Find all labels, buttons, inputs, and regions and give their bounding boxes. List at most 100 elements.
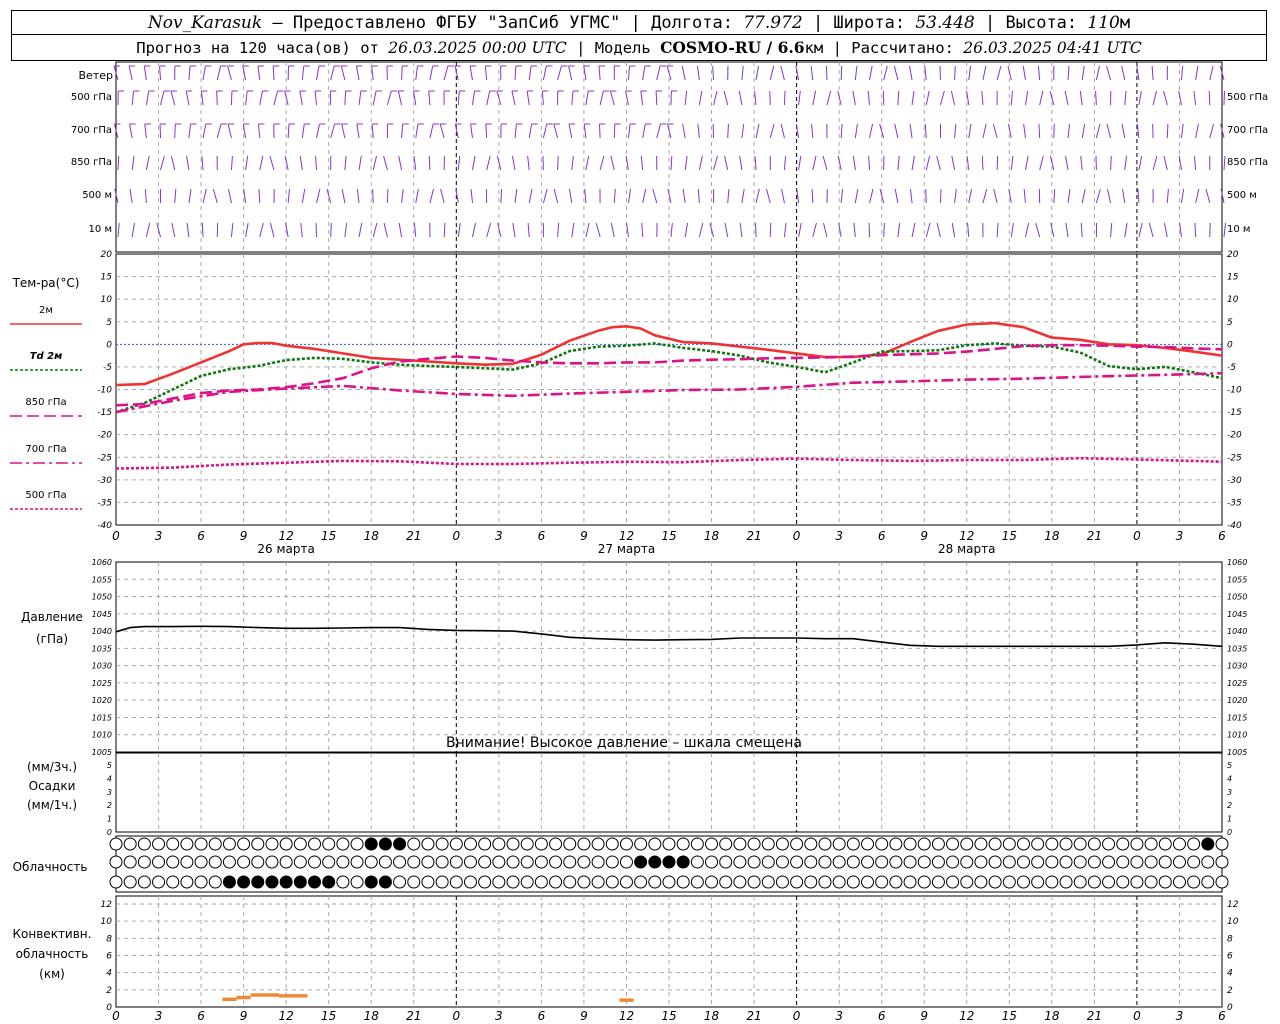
wind-barb [1024,155,1029,171]
wind-barb [129,123,133,139]
wind-barb [341,123,346,139]
cloud-circle [1102,875,1116,889]
cloud-circle [421,875,435,889]
wind-barb [1166,188,1169,204]
wind-barb [358,155,362,171]
wind-barb [610,155,615,171]
wind-barb [500,188,503,204]
wind-barb [541,90,544,106]
hour-tick-label: 18 [364,529,380,543]
cloud-circle [577,837,591,851]
cloud-circle [903,855,917,869]
wind-barb [1095,90,1097,106]
wind-barb [684,155,688,171]
wind-barb [1193,90,1197,106]
cloud-circle [1158,875,1172,889]
wind-barb [131,90,135,106]
wind-level-label-right: 500 м [1227,190,1257,201]
cloud-circle [988,855,1002,869]
wind-barb [1081,65,1085,81]
wind-barb [852,90,856,106]
wind-barb [1136,123,1140,139]
pressure-ytick-left: 1015 [92,713,112,722]
wind-barb [202,65,206,81]
hour-tick-label: 0 [1133,529,1141,543]
wind-barb [1106,65,1112,81]
wind-barb [825,65,828,81]
hour-tick-label: 18 [1044,529,1060,543]
wind-barb [727,123,729,139]
wind-barb [981,90,984,106]
cloud-circle [1215,855,1229,869]
conv-bar [236,995,251,1000]
wind-barb [485,123,488,139]
wind-barb [883,65,888,81]
cloud-circle [1172,837,1186,851]
wind-barb [1195,188,1200,204]
conv-hour-tick-label: 3 [495,1009,503,1023]
wind-barb [401,123,404,139]
temp-ytick-right: -25 [1227,453,1242,463]
wind-barb [698,90,703,106]
conv-ytick-right: 4 [1227,969,1233,979]
wind-barb [598,123,601,139]
cloud-circle [293,837,307,851]
cloud-circle [1002,855,1016,869]
cloud-circle [917,837,931,851]
wind-barb [936,222,941,238]
cloud-circle [421,837,435,851]
cloud-circle [605,855,619,869]
cloud-circle [1073,837,1087,851]
meteogram: Ветер 500 гПа 500 гПа 700 гПа 700 гПа 850 гПа… [10,61,1268,1023]
wind-barb [397,90,403,106]
wind-barb [230,155,233,171]
cloud-circle [719,875,733,889]
precip-ytick-left: 0 [107,828,112,837]
wind-barb [981,155,984,171]
wind-barb [216,123,222,139]
pressure-ytick-right: 1015 [1227,713,1247,722]
wind-barb [415,188,419,204]
wind-barb [911,155,915,171]
wind-barb [171,222,176,238]
wind-barb [259,90,263,106]
pressure-ytick-left: 1050 [92,593,112,602]
cloud-circle [1172,855,1186,869]
cloud-circle [208,875,222,889]
cloud-circle [761,855,775,869]
wind-barb [1223,155,1226,171]
wind-barb [1138,155,1143,171]
cloud-circle [733,855,747,869]
wind-barb [609,90,615,106]
wind-barb [143,65,147,81]
wind-barb [344,90,347,106]
wind-barb [1124,222,1128,238]
conv-label-1: Конвективн. [13,927,92,941]
cloud-circle [237,855,251,869]
wind-barb [627,188,632,204]
cloud-circle [194,837,208,851]
cloud-circle [846,875,860,889]
wind-barb [117,222,120,238]
pressure-ytick-right: 1045 [1227,610,1247,619]
wind-barb [652,188,658,204]
wind-barb [341,188,346,204]
wind-barbs [113,65,1226,238]
hour-tick-label: 21 [1087,529,1102,543]
wind-barb [1023,123,1026,139]
wind-barb [684,90,688,106]
temp-ytick-right: 15 [1227,273,1239,283]
wind-barb [1195,123,1199,139]
cloud-circle [1031,855,1045,869]
hour-tick-label: 12 [279,529,294,543]
wind-barb [287,188,290,204]
conv-hour-tick-label: 0 [1133,1009,1141,1023]
hour-tick-label: 0 [112,529,120,543]
wind-barb [470,123,473,139]
wind-barb [131,155,135,171]
cloud-circle [931,855,945,869]
cloud-circle [747,875,761,889]
conv-hour-tick-label: 15 [321,1009,336,1023]
wind-barb [682,123,686,139]
cloud-circle [605,875,619,889]
